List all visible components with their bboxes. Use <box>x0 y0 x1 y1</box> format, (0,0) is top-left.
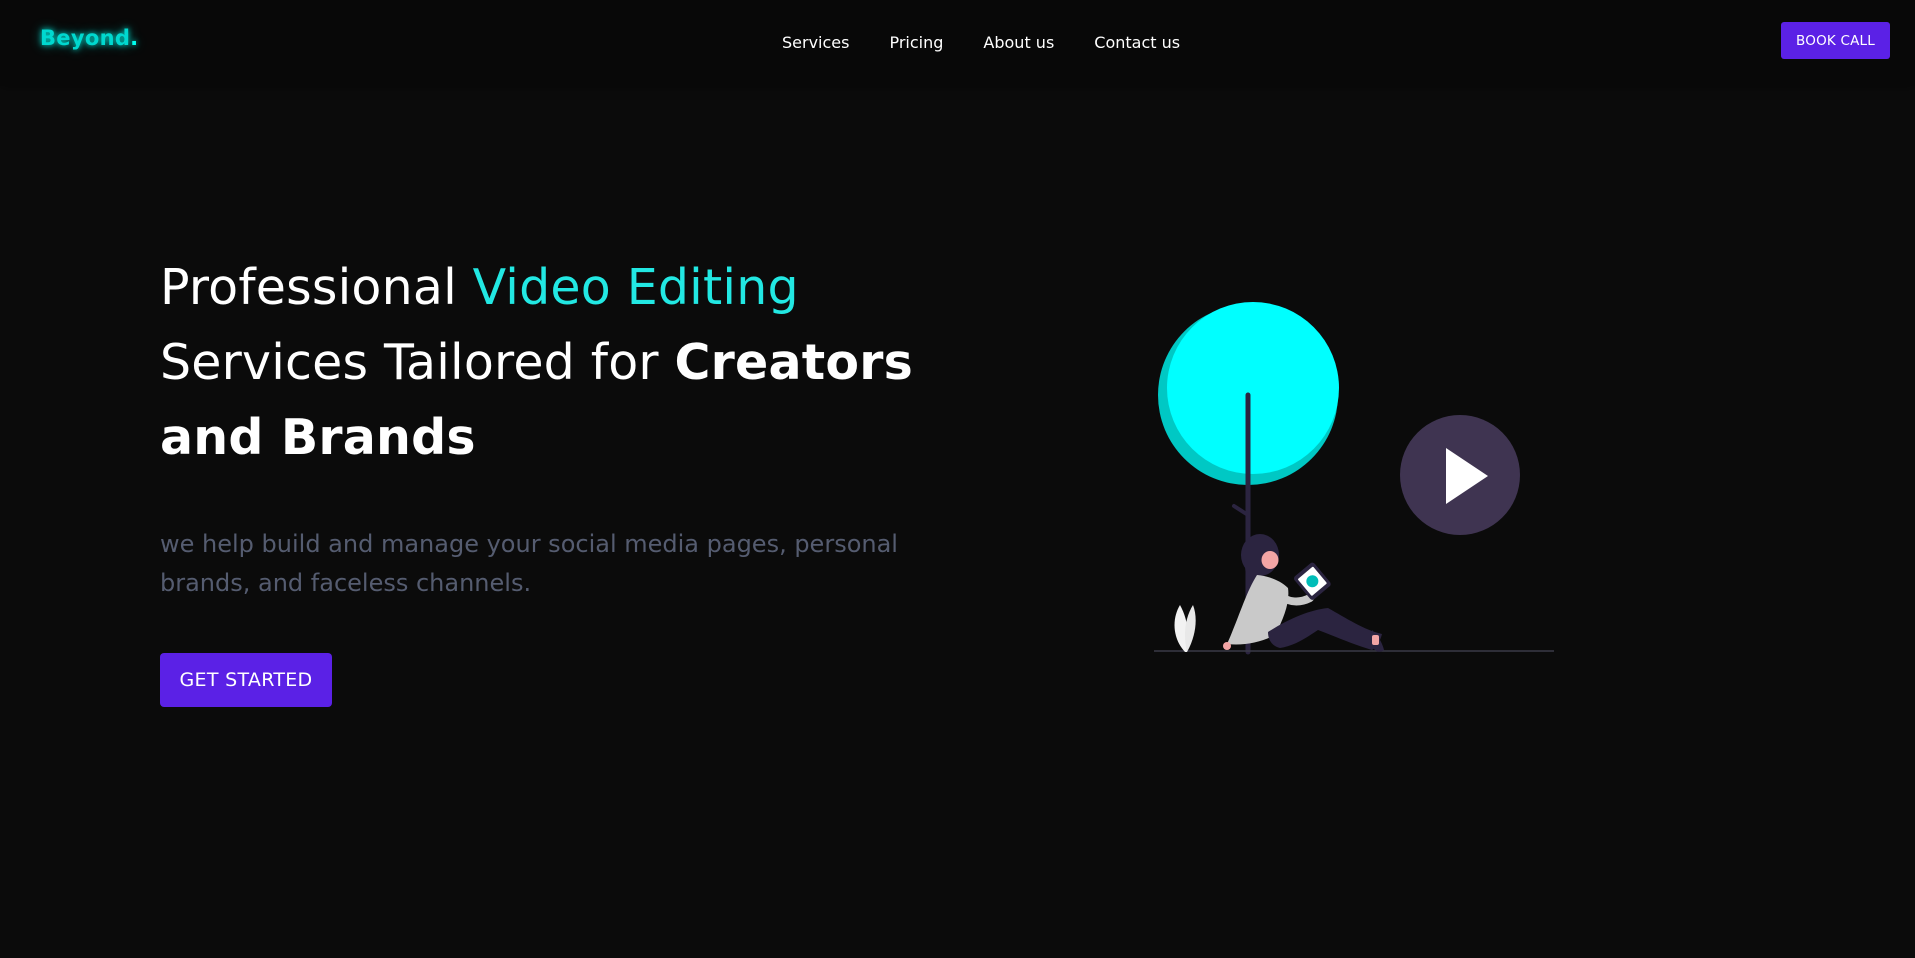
book-call-button[interactable]: BOOK CALL <box>1781 22 1890 59</box>
nav-link-contact-us[interactable]: Contact us <box>1094 33 1180 52</box>
nav-link-services[interactable]: Services <box>782 33 849 52</box>
navbar: Beyond. Services Pricing About us Contac… <box>0 0 1915 86</box>
get-started-button[interactable]: GET STARTED <box>160 653 332 707</box>
nav-link-pricing[interactable]: Pricing <box>889 33 943 52</box>
hero-illustration <box>1154 302 1554 655</box>
hero-title-accent: Video Editing <box>472 259 799 316</box>
play-icon <box>1400 415 1520 535</box>
main-nav: Services Pricing About us Contact us <box>782 33 1180 52</box>
hero-title-part1: Professional <box>160 259 473 316</box>
hero-title: Professional Video Editing Services Tail… <box>160 250 920 475</box>
plant-illustration <box>1174 605 1196 652</box>
logo-text: Beyond <box>40 26 131 50</box>
hero-title-part2: Services Tailored for <box>160 334 675 391</box>
nav-link-about-us[interactable]: About us <box>983 33 1054 52</box>
logo[interactable]: Beyond. <box>40 26 138 50</box>
logo-dot: . <box>130 26 139 50</box>
hero-subtitle: we help build and manage your social med… <box>160 530 898 597</box>
